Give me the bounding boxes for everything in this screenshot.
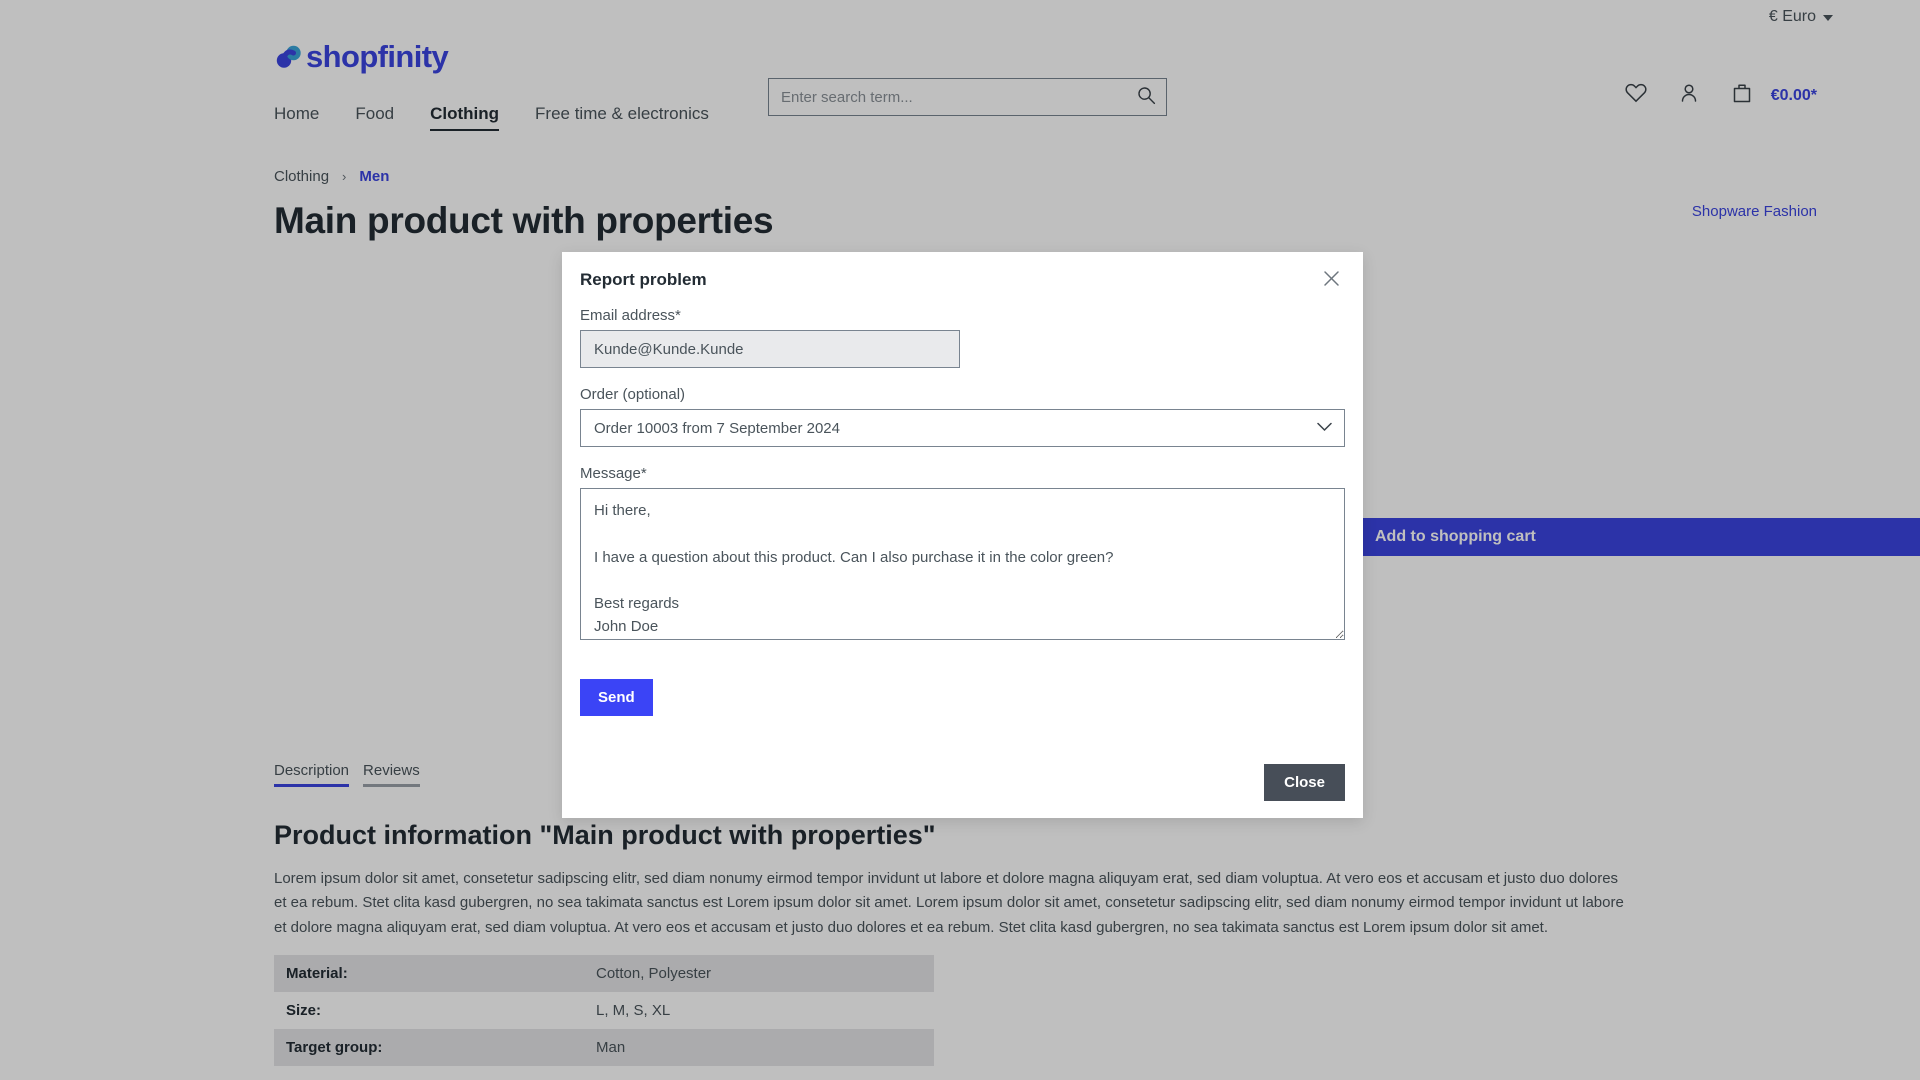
message-field-group: Message* Hi there, I have a question abo… <box>580 465 1345 645</box>
page-root: € Euro shopfinity Enter search term... €… <box>0 0 1920 1080</box>
email-label: Email address* <box>580 307 681 324</box>
send-button[interactable]: Send <box>580 679 653 716</box>
modal-header: Report problem <box>562 252 1363 307</box>
close-icon <box>1323 270 1340 290</box>
email-field-group: Email address* <box>580 307 1345 368</box>
order-select[interactable]: Order 10003 from 7 September 2024 <box>580 409 1345 447</box>
modal-close-button[interactable] <box>1317 266 1345 294</box>
email-field[interactable] <box>580 330 960 368</box>
order-select-wrapper: Order 10003 from 7 September 2024 <box>580 409 1345 447</box>
report-problem-modal: Report problem Email address* Order (opt… <box>562 252 1363 818</box>
modal-title: Report problem <box>580 269 707 289</box>
message-label: Message* <box>580 465 647 482</box>
close-button[interactable]: Close <box>1264 763 1345 801</box>
order-field-group: Order (optional) Order 10003 from 7 Sept… <box>580 386 1345 447</box>
message-textarea[interactable]: Hi there, I have a question about this p… <box>580 488 1345 640</box>
order-label: Order (optional) <box>580 386 686 403</box>
modal-footer: Close <box>562 746 1363 818</box>
modal-body: Email address* Order (optional) Order 10… <box>562 307 1363 746</box>
